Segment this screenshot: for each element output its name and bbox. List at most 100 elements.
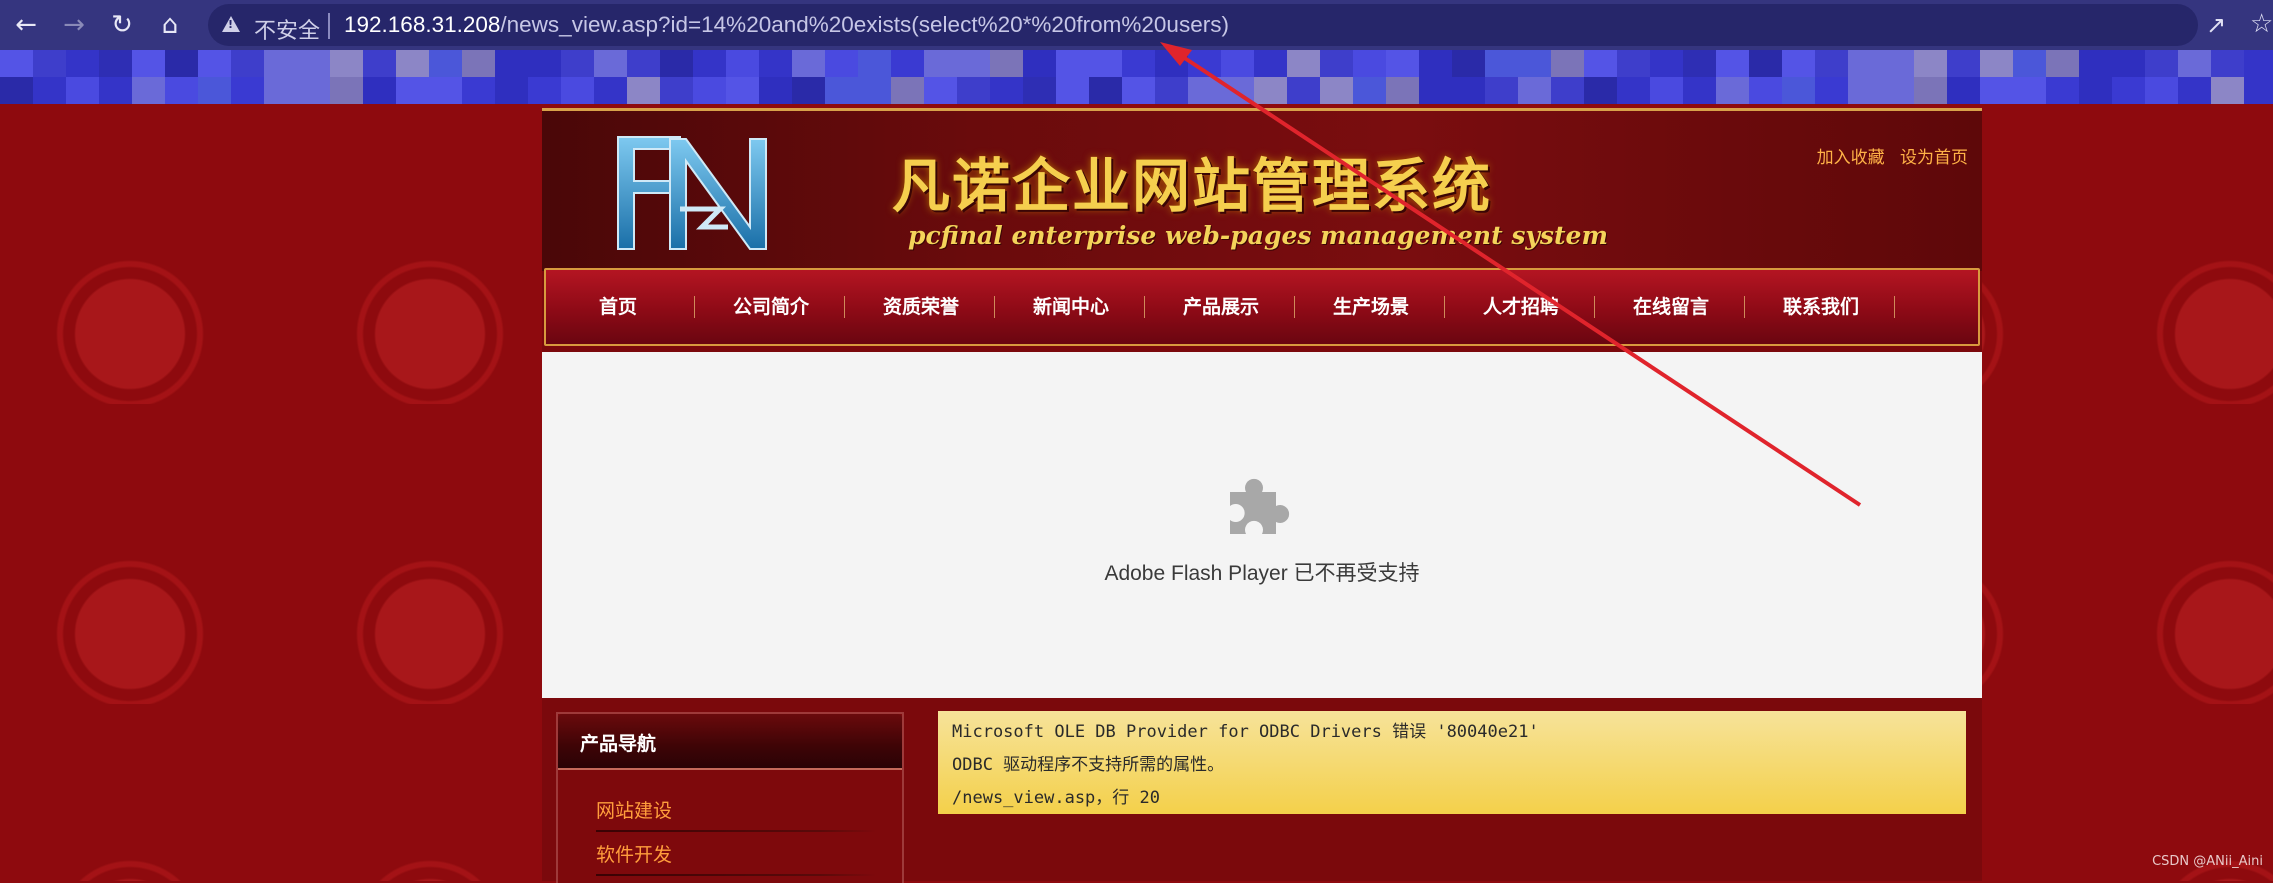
site-banner: 凡诺企业网站管理系统 pcfinal enterprise web-pages … — [542, 108, 1982, 271]
mosaic-tile — [33, 50, 66, 77]
mosaic-tile — [1122, 50, 1155, 77]
mosaic-tile — [297, 50, 330, 77]
mosaic-tile — [231, 77, 264, 104]
add-favorite-link[interactable]: 加入收藏 — [1817, 148, 1885, 168]
menu-item-products[interactable]: 产品展示 — [1146, 270, 1296, 344]
mosaic-tile — [693, 50, 726, 77]
mosaic-tile — [891, 77, 924, 104]
mosaic-tile — [2211, 50, 2244, 77]
menu-item-about[interactable]: 公司简介 — [696, 270, 846, 344]
mosaic-tile — [1980, 50, 2013, 77]
url-host: 192.168.31.208 — [344, 12, 501, 37]
mosaic-tile — [660, 50, 693, 77]
home-icon[interactable]: ⌂ — [154, 9, 186, 41]
mosaic-tile — [396, 77, 429, 104]
mosaic-tile — [1749, 50, 1782, 77]
mosaic-tile — [429, 77, 462, 104]
mosaic-tile — [1155, 77, 1188, 104]
star-icon[interactable]: ☆ — [2250, 9, 2273, 39]
product-nav-link-software[interactable]: 软件开发 — [596, 840, 672, 867]
link-divider — [596, 874, 876, 876]
mosaic-tile — [561, 77, 594, 104]
menu-item-news[interactable]: 新闻中心 — [996, 270, 1146, 344]
mosaic-tile — [1386, 50, 1419, 77]
mosaic-tile — [1980, 77, 2013, 104]
mosaic-tile — [891, 50, 924, 77]
mosaic-tile — [726, 50, 759, 77]
mosaic-tile — [0, 77, 33, 104]
mosaic-tile — [1947, 77, 1980, 104]
mosaic-tile — [264, 50, 297, 77]
url-text[interactable]: 192.168.31.208/news_view.asp?id=14%20and… — [344, 12, 1229, 38]
mosaic-tile — [1089, 50, 1122, 77]
mosaic-tile — [957, 77, 990, 104]
mosaic-tile — [165, 77, 198, 104]
mosaic-tile — [1782, 50, 1815, 77]
mosaic-tile — [1056, 50, 1089, 77]
menu-item-production[interactable]: 生产场景 — [1296, 270, 1446, 344]
mosaic-tile — [1881, 77, 1914, 104]
watermark: CSDN @ANii_Aini — [2152, 854, 2263, 869]
menu-item-contact[interactable]: 联系我们 — [1746, 270, 1896, 344]
forward-icon[interactable]: → — [58, 9, 90, 41]
menu-item-guestbook[interactable]: 在线留言 — [1596, 270, 1746, 344]
mosaic-tile — [1353, 50, 1386, 77]
mosaic-tile — [1023, 77, 1056, 104]
mosaic-tile — [1518, 77, 1551, 104]
mosaic-tile — [924, 50, 957, 77]
mosaic-tile — [627, 77, 660, 104]
mosaic-tile — [1782, 77, 1815, 104]
menu-divider — [1894, 296, 1895, 318]
mosaic-tile — [792, 50, 825, 77]
mosaic-tile — [594, 77, 627, 104]
mosaic-tile — [66, 50, 99, 77]
mosaic-tile — [1089, 77, 1122, 104]
mosaic-tile — [660, 77, 693, 104]
top-links: 加入收藏 设为首页 — [1807, 143, 1968, 168]
mosaic-tile — [165, 50, 198, 77]
mosaic-tile — [2013, 77, 2046, 104]
mosaic-tile — [528, 77, 561, 104]
menu-divider — [994, 296, 995, 318]
url-path: /news_view.asp?id=14%20and%20exists(sele… — [500, 12, 1229, 37]
menu-divider — [1444, 296, 1445, 318]
product-nav-panel: 产品导航 网站建设 软件开发 — [556, 712, 904, 883]
mosaic-tile — [1815, 50, 1848, 77]
product-nav-link-website[interactable]: 网站建设 — [596, 796, 672, 823]
menu-divider — [1144, 296, 1145, 318]
address-bar[interactable]: 不安全 192.168.31.208/news_view.asp?id=14%2… — [208, 4, 2198, 46]
mosaic-tile — [1881, 50, 1914, 77]
mosaic-tile — [2145, 77, 2178, 104]
menu-item-honors[interactable]: 资质荣誉 — [846, 270, 996, 344]
security-label[interactable]: 不安全 — [254, 13, 320, 45]
error-line-3: /news_view.asp，行 20 — [952, 788, 1160, 808]
mosaic-tile — [396, 50, 429, 77]
mosaic-tile — [759, 50, 792, 77]
mosaic-tile — [231, 50, 264, 77]
mosaic-tile — [1584, 77, 1617, 104]
separator — [328, 13, 330, 39]
mosaic-tile — [528, 50, 561, 77]
mosaic-tile — [2046, 77, 2079, 104]
mosaic-tile — [858, 77, 891, 104]
mosaic-tile — [2079, 50, 2112, 77]
warning-icon[interactable] — [222, 16, 240, 32]
reload-icon[interactable]: ↻ — [106, 9, 138, 41]
share-icon[interactable]: ↗ — [2206, 11, 2226, 39]
mosaic-tile — [1749, 77, 1782, 104]
mosaic-tile — [1188, 77, 1221, 104]
mosaic-tile — [2211, 77, 2244, 104]
back-icon[interactable]: ← — [10, 9, 42, 41]
set-homepage-link[interactable]: 设为首页 — [1900, 148, 1968, 168]
mosaic-tile — [1023, 50, 1056, 77]
menu-divider — [1594, 296, 1595, 318]
mosaic-tile — [1551, 50, 1584, 77]
menu-item-careers[interactable]: 人才招聘 — [1446, 270, 1596, 344]
fn-logo — [617, 136, 767, 250]
mosaic-tile — [1452, 50, 1485, 77]
product-nav-title: 产品导航 — [580, 733, 657, 755]
mosaic-tile — [1386, 77, 1419, 104]
mosaic-tile — [1617, 77, 1650, 104]
menu-item-home[interactable]: 首页 — [566, 270, 670, 344]
flash-placeholder[interactable]: Adobe Flash Player 已不再受支持 — [542, 352, 1982, 698]
